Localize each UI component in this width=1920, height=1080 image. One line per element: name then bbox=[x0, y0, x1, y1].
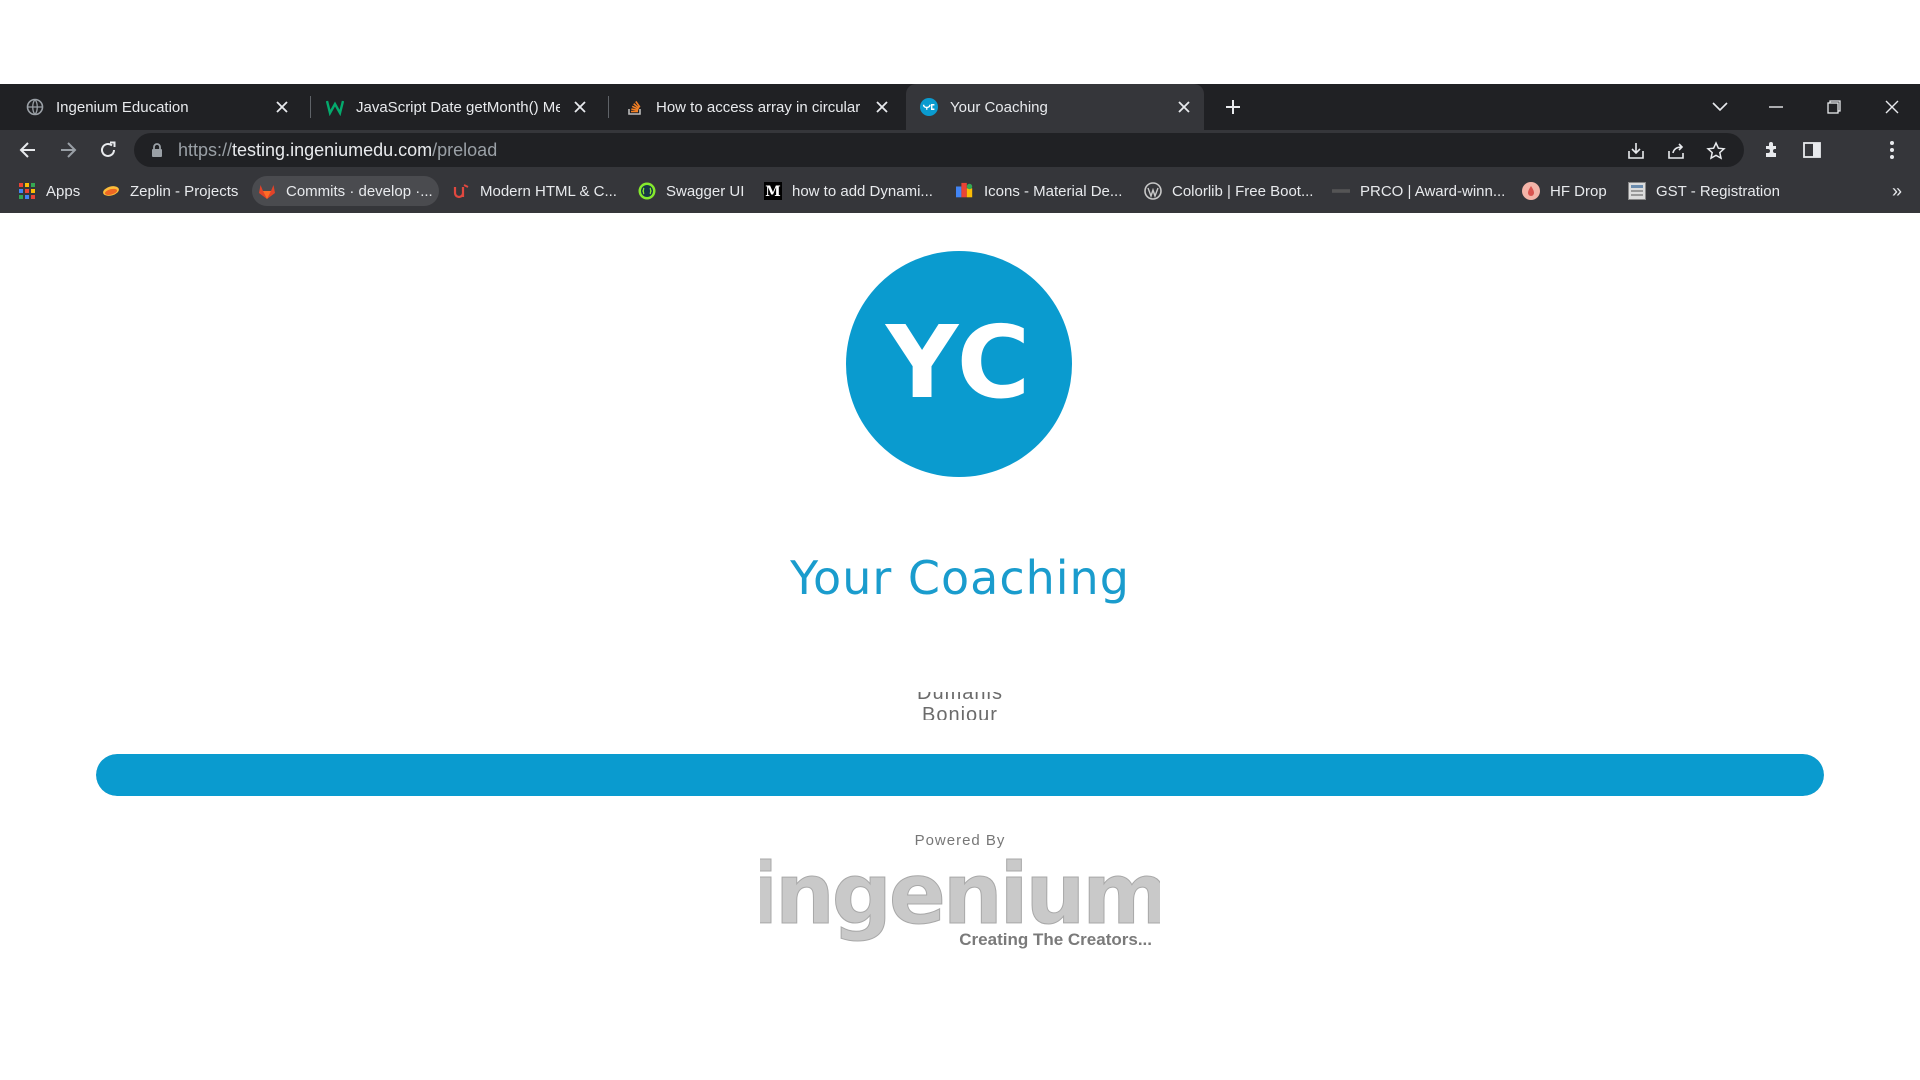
tab-title: Your Coaching bbox=[950, 98, 1048, 116]
browser-chrome: Ingenium Education JavaScript Date getMo… bbox=[0, 84, 1920, 213]
bookmark-dynamic[interactable]: M how to add Dynami... bbox=[758, 176, 939, 206]
bookmark-gst[interactable]: GST - Registration bbox=[1622, 176, 1786, 206]
powered-by-label: Powered By bbox=[914, 832, 1006, 849]
bookmark-label: Swagger UI bbox=[666, 182, 745, 200]
greeting-text: Bonjour bbox=[922, 704, 998, 720]
url-text[interactable]: https://testing.ingeniumedu.com/preload bbox=[178, 133, 497, 167]
greeting-text: Dumanis bbox=[917, 692, 1003, 704]
bookmark-material-icons[interactable]: Icons - Material De... bbox=[950, 176, 1128, 206]
prco-icon bbox=[1332, 182, 1350, 200]
new-tab-button[interactable] bbox=[1218, 92, 1248, 122]
progress-bar bbox=[96, 754, 1824, 796]
material-icon bbox=[956, 182, 974, 200]
restore-button[interactable] bbox=[1806, 84, 1862, 130]
bookmark-label: Modern HTML & C... bbox=[480, 182, 617, 200]
bookmark-label: Commits · develop ·... bbox=[286, 182, 433, 200]
tab-ingenium-education[interactable]: Ingenium Education bbox=[0, 84, 302, 130]
side-panel-icon[interactable] bbox=[1796, 134, 1828, 166]
bookmark-label: Icons - Material De... bbox=[984, 182, 1123, 200]
ingenium-tagline: Creating The Creators... bbox=[959, 930, 1152, 949]
close-icon[interactable] bbox=[1172, 95, 1196, 119]
greeting-ticker: Dumanis Bonjour bbox=[860, 692, 1060, 720]
w3schools-icon bbox=[326, 98, 344, 116]
hf-drop-icon bbox=[1522, 182, 1540, 200]
yc-icon bbox=[920, 98, 938, 116]
close-icon[interactable] bbox=[270, 95, 294, 119]
tab-strip: Ingenium Education JavaScript Date getMo… bbox=[0, 84, 1920, 130]
gitlab-icon bbox=[258, 182, 276, 200]
minimize-button[interactable] bbox=[1748, 84, 1804, 130]
close-icon[interactable] bbox=[568, 95, 592, 119]
bookmark-modern-html[interactable]: Modern HTML & C... bbox=[446, 176, 623, 206]
yc-logo: YC bbox=[846, 251, 1072, 477]
bookmark-label: GST - Registration bbox=[1656, 182, 1780, 200]
bookmark-label: Apps bbox=[46, 182, 81, 200]
close-window-button[interactable] bbox=[1864, 84, 1920, 130]
page-title: Your Coaching bbox=[790, 551, 1130, 605]
bookmark-label: Colorlib | Free Boot... bbox=[1172, 182, 1314, 200]
url-scheme: https:// bbox=[178, 140, 233, 160]
star-icon[interactable] bbox=[1702, 137, 1730, 165]
globe-icon bbox=[26, 98, 44, 116]
toolbar: https://testing.ingeniumedu.com/preload bbox=[0, 130, 1920, 170]
bookmark-colorlib[interactable]: Colorlib | Free Boot... bbox=[1138, 176, 1319, 206]
swagger-icon bbox=[638, 182, 656, 200]
bookmark-apps[interactable]: Apps bbox=[12, 176, 86, 206]
medium-icon: M bbox=[764, 182, 782, 200]
forward-button[interactable] bbox=[52, 134, 84, 166]
tab-circular-array[interactable]: How to access array in circular m bbox=[600, 84, 902, 130]
page-content: YC Your Coaching Dumanis Bonjour Powered… bbox=[0, 213, 1920, 1080]
close-icon[interactable] bbox=[870, 95, 894, 119]
menu-icon[interactable] bbox=[1876, 134, 1908, 166]
bookmark-label: HF Drop bbox=[1550, 182, 1607, 200]
address-bar[interactable]: https://testing.ingeniumedu.com/preload bbox=[134, 133, 1744, 167]
tab-title: Ingenium Education bbox=[56, 98, 189, 116]
bookmark-hf-drop[interactable]: HF Drop bbox=[1516, 176, 1613, 206]
svg-text:M: M bbox=[765, 184, 781, 200]
url-path: /preload bbox=[432, 140, 498, 160]
zeplin-icon bbox=[102, 182, 120, 200]
install-app-icon[interactable] bbox=[1622, 137, 1650, 165]
bookmark-label: PRCO | Award-winn... bbox=[1360, 182, 1506, 200]
reload-button[interactable] bbox=[92, 134, 124, 166]
bookmark-zeplin[interactable]: Zeplin - Projects bbox=[96, 176, 244, 206]
bookmark-swagger[interactable]: Swagger UI bbox=[632, 176, 750, 206]
tab-title: JavaScript Date getMonth() Meth bbox=[356, 98, 560, 116]
stackoverflow-icon bbox=[626, 98, 644, 116]
share-icon[interactable] bbox=[1662, 137, 1690, 165]
udemy-icon bbox=[452, 182, 470, 200]
bookmarks-bar: Apps Zeplin - Projects Commits · develop… bbox=[0, 170, 1920, 213]
extensions-icon[interactable] bbox=[1756, 134, 1788, 166]
bookmark-commits[interactable]: Commits · develop ·... bbox=[252, 176, 439, 206]
tab-javascript-getmonth[interactable]: JavaScript Date getMonth() Meth bbox=[300, 84, 600, 130]
url-host: testing.ingeniumedu.com bbox=[232, 140, 433, 160]
bookmark-label: how to add Dynami... bbox=[792, 182, 933, 200]
yc-logo-text: YC bbox=[885, 304, 1032, 421]
tab-search-button[interactable] bbox=[1692, 84, 1748, 130]
tab-title: How to access array in circular m bbox=[656, 98, 862, 116]
ingenium-logo: ingenium Creating The Creators... bbox=[760, 851, 1160, 949]
bookmark-prco[interactable]: PRCO | Award-winn... bbox=[1326, 176, 1511, 206]
wordpress-icon bbox=[1144, 182, 1162, 200]
bookmark-label: Zeplin - Projects bbox=[130, 182, 239, 200]
progress-fill bbox=[96, 754, 1824, 796]
back-button[interactable] bbox=[12, 134, 44, 166]
lock-icon[interactable] bbox=[150, 142, 166, 158]
bookmarks-overflow-button[interactable]: » bbox=[1892, 176, 1902, 206]
apps-grid-icon bbox=[18, 182, 36, 200]
tab-your-coaching[interactable]: Your Coaching bbox=[906, 84, 1204, 130]
gst-icon bbox=[1628, 182, 1646, 200]
